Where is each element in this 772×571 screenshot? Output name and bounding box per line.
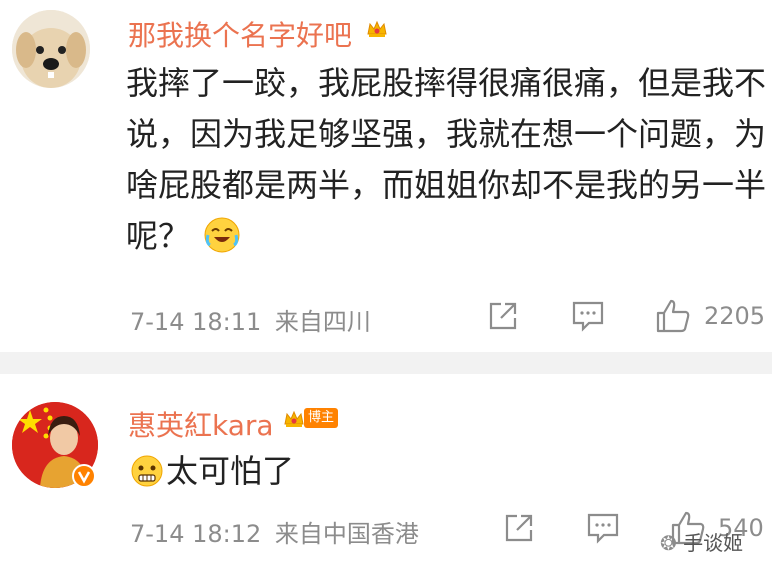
divider [0, 352, 772, 374]
comment-time: 7-14 18:12 [130, 520, 262, 548]
comment-source: 来自四川 [274, 308, 371, 336]
verified-icon [72, 464, 96, 488]
watermark: ❂ 手谈姬 [660, 531, 744, 555]
emoji-scared [131, 455, 163, 487]
share-icon[interactable] [487, 300, 519, 332]
like-icon[interactable] [655, 298, 691, 334]
comment-text: 太可怕了 [130, 446, 730, 497]
crown-icon [284, 410, 304, 427]
avatar[interactable] [12, 10, 90, 88]
crown-icon [367, 20, 387, 37]
comment-time: 7-14 18:11 [130, 308, 262, 336]
wechat-icon: ❂ [660, 531, 677, 555]
comment-text: 我摔了一跤，我屁股摔得很痛很痛，但是我不说，因为我足够坚强，我就在想一个问题，为… [126, 64, 767, 255]
emoji-crying-laugh [204, 217, 240, 253]
username[interactable]: 惠英紅kara [128, 404, 274, 444]
share-icon[interactable] [503, 512, 535, 544]
like-count: 2205 [704, 302, 766, 330]
comment-meta: 7-14 18:12 来自中国香港 [130, 514, 419, 549]
comment-source: 来自中国香港 [274, 520, 419, 548]
comment-meta: 7-14 18:11 来自四川 [130, 302, 371, 337]
comment-item: 那我换个名字好吧 我摔了一跤，我屁股摔得很痛很痛，但是我不说，因为我足够坚强，我… [0, 0, 772, 352]
username[interactable]: 那我换个名字好吧 [128, 14, 352, 54]
comment-icon[interactable] [571, 300, 605, 332]
blogger-badge: 博主 [304, 408, 339, 428]
comment-icon[interactable] [586, 512, 620, 544]
